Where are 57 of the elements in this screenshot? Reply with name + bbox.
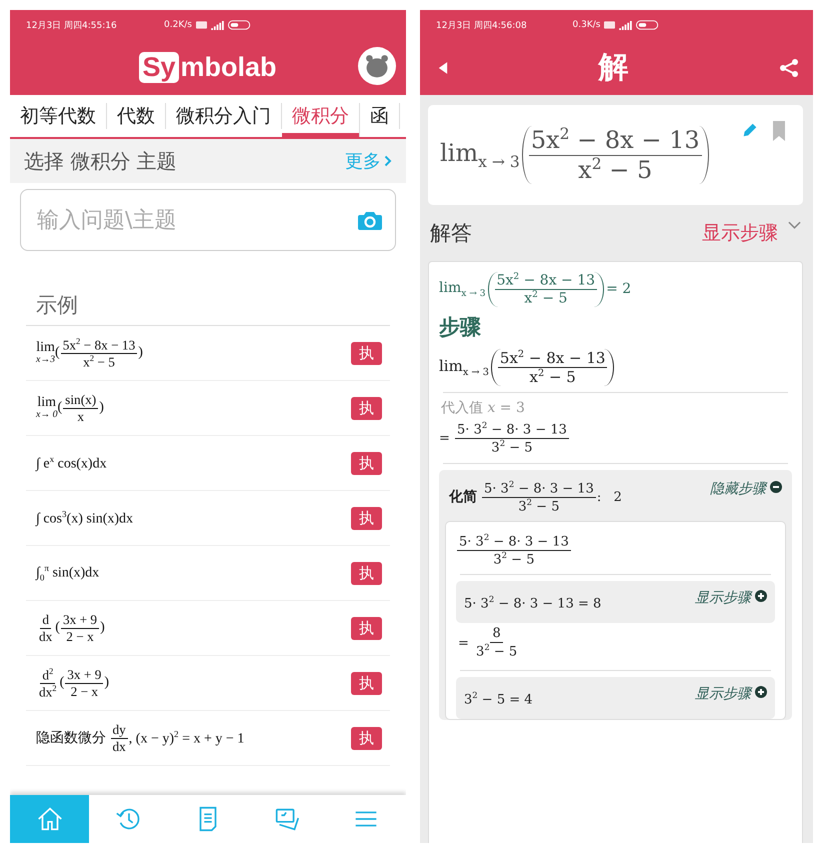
chevron-right-icon[interactable] [384, 155, 392, 167]
run-button[interactable]: 执 [351, 396, 382, 420]
battery-icon [636, 20, 660, 30]
run-button[interactable]: 执 [351, 506, 382, 530]
minus-circle-icon[interactable] [770, 480, 782, 493]
pencil-icon[interactable] [741, 121, 759, 139]
chevron-down-icon[interactable] [788, 221, 801, 229]
toggle-steps-link[interactable]: 隐藏步骤 [710, 480, 766, 498]
math-expression: ∫$_{0}$$^{π}$ sin(x)dx [36, 563, 100, 583]
math-expression: 5· 3$^{2}$ − 8· 3 − 13 3$^{2}$ − 5 [456, 532, 572, 568]
run-button[interactable]: 执 [351, 562, 382, 584]
signal-icon [210, 20, 224, 30]
run-button[interactable]: 执 [351, 616, 382, 640]
run-button[interactable]: 执 [351, 452, 382, 474]
more-link[interactable]: 更多 [345, 149, 392, 173]
status-time: 12月3日 周四4:56:08 [436, 20, 528, 32]
status-time: 12月3日 周四4:55:16 [26, 20, 118, 32]
back-icon[interactable] [438, 60, 448, 76]
plus-circle-icon[interactable] [755, 686, 767, 698]
category-tab[interactable]: 微积分入门 [166, 103, 282, 129]
math-expression: ∫ cos$^{3}$(x) sin(x)dx [36, 508, 134, 528]
run-button[interactable]: 执 [351, 672, 382, 694]
step-label: 代入值 x = 3 [441, 399, 526, 417]
topic-title: 选择 微积分 主题 [24, 148, 177, 174]
steps-heading: 步骤 [439, 314, 482, 340]
math-expression: lim$_{x → 3}$ 5x$^{2}$ − 8x − 13 x$^{2}$ − 5 [439, 348, 616, 386]
search-field[interactable]: 输入问题\主题 [20, 189, 396, 251]
bookmark-icon[interactable] [773, 121, 785, 141]
network-speed: 0.3K/s [572, 20, 600, 30]
plus-circle-icon[interactable] [755, 590, 767, 602]
toggle-steps-link[interactable]: 显示步骤 [695, 685, 751, 704]
category-tab[interactable]: 微积分 [282, 103, 360, 137]
answer-heading: 解答 [430, 220, 473, 247]
examples-heading: 示例 [26, 291, 390, 326]
page-title: 解 [598, 49, 628, 87]
symbolab-logo: Sy mbolab [139, 52, 277, 83]
run-button[interactable]: 执 [351, 726, 382, 750]
math-expression: 5· 3$^{2}$ − 8· 3 − 13 = 8 [464, 594, 602, 611]
category-tab[interactable]: 函 [360, 103, 400, 129]
battery-icon [228, 20, 252, 30]
toggle-steps-link[interactable]: 显示步骤 [695, 589, 751, 608]
category-tab[interactable]: 代数 [107, 103, 166, 129]
home-nav-button[interactable] [10, 795, 90, 843]
step-label: 化简 [449, 488, 477, 506]
math-expression: = 8 3$^{2}$ − 5 [458, 627, 518, 660]
avatar-icon[interactable] [358, 47, 396, 85]
signal-icon [619, 20, 632, 30]
math-expression: lim$_{x → 3}$ 5x$^{2}$ − 8x − 13 x$^{2}$ − 5 [440, 126, 711, 184]
math-expression: = 5· 3$^{2}$ − 8· 3 − 13 3$^{2}$ − 5 [439, 421, 570, 457]
category-tab[interactable]: 初等代数 [10, 103, 107, 129]
network-speed: 0.2K/s [164, 20, 192, 30]
share-icon[interactable] [779, 58, 799, 78]
camera-icon[interactable] [358, 210, 382, 230]
math-expression: 3$^{2}$ − 5 = 4 [464, 690, 533, 708]
math-expression: ∫ e$^{x}$ cos(x)dx [36, 454, 107, 472]
show-steps-link[interactable]: 显示步骤 [702, 220, 778, 246]
run-button[interactable]: 执 [351, 342, 382, 364]
